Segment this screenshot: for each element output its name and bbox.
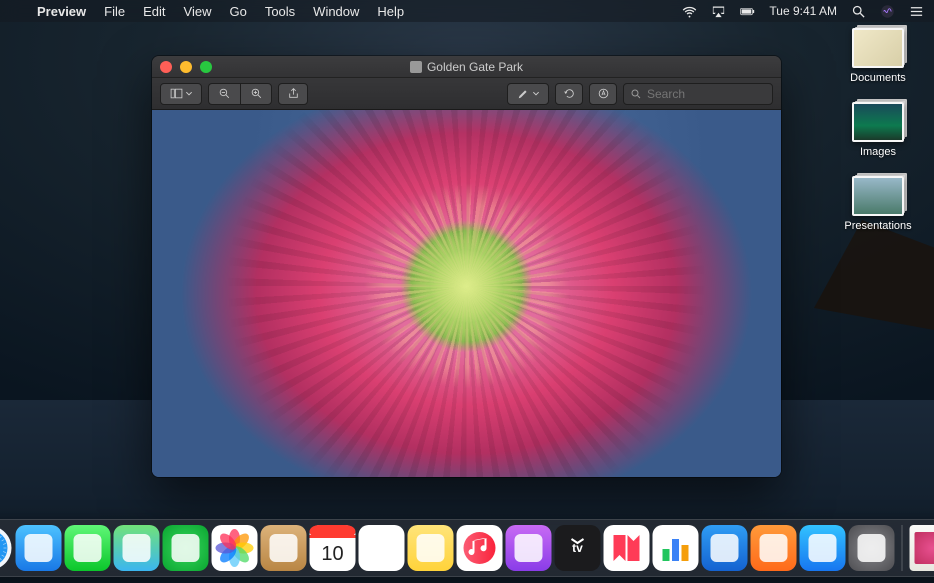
zoom-button[interactable] [200, 61, 212, 73]
dock-app-contacts[interactable] [261, 525, 307, 571]
dock-app-reminders[interactable] [359, 525, 405, 571]
search-field[interactable] [623, 83, 773, 105]
desktop-folder-label: Images [860, 146, 896, 158]
menu-go[interactable]: Go [220, 0, 255, 22]
markup-button[interactable] [589, 83, 617, 105]
menu-view[interactable]: View [175, 0, 221, 22]
dock-app-news[interactable] [604, 525, 650, 571]
stack-thumbnail-icon [852, 102, 904, 142]
siri-icon[interactable] [880, 4, 895, 19]
toolbar [152, 78, 781, 110]
app-menu[interactable]: Preview [28, 0, 95, 22]
notification-center-icon[interactable] [909, 4, 924, 19]
wifi-icon[interactable] [682, 4, 697, 19]
desktop-folder-label: Presentations [844, 220, 911, 232]
zoom-out-button[interactable] [208, 83, 240, 105]
menu-window[interactable]: Window [304, 0, 368, 22]
dock-app-mail[interactable] [16, 525, 62, 571]
dock-app-photos[interactable] [212, 525, 258, 571]
menu-file[interactable]: File [95, 0, 134, 22]
desktop-folder-label: Documents [850, 72, 906, 84]
menu-bar: Preview File Edit View Go Tools Window H… [0, 0, 934, 22]
dock-app-app-store[interactable] [800, 525, 846, 571]
share-button[interactable] [278, 83, 308, 105]
dock-app-maps[interactable] [114, 525, 160, 571]
sidebar-view-button[interactable] [160, 83, 202, 105]
menu-edit[interactable]: Edit [134, 0, 174, 22]
dock-app-tv[interactable]: tv [555, 525, 601, 571]
dock-app-pages[interactable] [751, 525, 797, 571]
apple-menu[interactable] [10, 0, 28, 22]
desktop-folder-images[interactable]: Images [830, 102, 926, 158]
dock-app-numbers[interactable] [653, 525, 699, 571]
dock-app-safari[interactable] [0, 525, 13, 571]
dock-app-music[interactable] [457, 525, 503, 571]
minimize-button[interactable] [180, 61, 192, 73]
image-viewport[interactable] [152, 110, 781, 477]
desktop-folder-presentations[interactable]: Presentations [830, 176, 926, 232]
titlebar[interactable]: Golden Gate Park [152, 56, 781, 78]
search-icon [630, 88, 642, 100]
dock-app-keynote[interactable] [702, 525, 748, 571]
dock-separator [902, 525, 903, 571]
rotate-button[interactable] [555, 83, 583, 105]
document-icon [410, 61, 422, 73]
dock-app-notes[interactable] [408, 525, 454, 571]
stack-thumbnail-icon [852, 176, 904, 216]
dock-recent-preview[interactable] [910, 525, 934, 571]
dock-app-find-my[interactable] [163, 525, 209, 571]
battery-icon[interactable] [740, 4, 755, 19]
menu-clock[interactable]: Tue 9:41 AM [769, 4, 837, 18]
dock: 10 tv [0, 519, 934, 577]
stack-thumbnail-icon [852, 28, 904, 68]
airplay-icon[interactable] [711, 4, 726, 19]
window-title-text: Golden Gate Park [427, 60, 523, 74]
spotlight-icon[interactable] [851, 4, 866, 19]
dock-app-podcasts[interactable] [506, 525, 552, 571]
dock-app-messages[interactable] [65, 525, 111, 571]
highlight-button[interactable] [507, 83, 549, 105]
close-button[interactable] [160, 61, 172, 73]
svg-text:10: 10 [321, 543, 343, 565]
zoom-in-button[interactable] [240, 83, 272, 105]
desktop-folder-documents[interactable]: Documents [830, 28, 926, 84]
search-input[interactable] [647, 87, 766, 101]
dock-app-system-preferences[interactable] [849, 525, 895, 571]
menu-tools[interactable]: Tools [256, 0, 304, 22]
dock-app-calendar[interactable]: 10 [310, 525, 356, 571]
desktop-icons: Documents Images Presentations [830, 28, 926, 232]
preview-window: Golden Gate Park [152, 56, 781, 477]
window-title: Golden Gate Park [410, 60, 523, 74]
menu-help[interactable]: Help [368, 0, 413, 22]
